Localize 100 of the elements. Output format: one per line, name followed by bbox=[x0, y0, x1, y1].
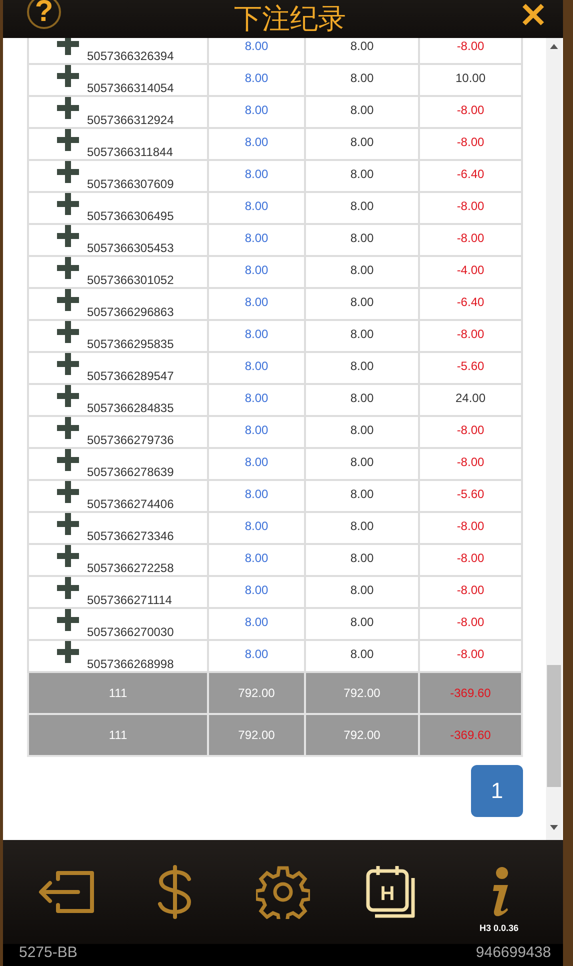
table-cell: 8.00 bbox=[305, 608, 419, 640]
bet-id: 5057366305453 bbox=[87, 241, 174, 255]
scrollbar[interactable] bbox=[546, 38, 562, 840]
total-cell: -369.60 bbox=[419, 672, 522, 714]
table-cell: -8.00 bbox=[419, 416, 522, 448]
bet-id: 5057366273346 bbox=[87, 529, 174, 543]
expand-button[interactable] bbox=[57, 385, 79, 407]
expand-button[interactable] bbox=[57, 225, 79, 247]
table-cell: -4.00 bbox=[419, 256, 522, 288]
expand-button[interactable] bbox=[57, 513, 79, 535]
table-cell: 8.00 bbox=[208, 64, 305, 96]
table-cell: 8.00 bbox=[305, 96, 419, 128]
total-cell: 792.00 bbox=[208, 672, 305, 714]
settings-icon[interactable] bbox=[256, 865, 310, 919]
table-cell: 8.00 bbox=[208, 128, 305, 160]
expand-button[interactable] bbox=[57, 257, 79, 279]
table-cell: 8.00 bbox=[305, 256, 419, 288]
table-cell: 8.00 bbox=[305, 480, 419, 512]
table-cell: 8.00 bbox=[305, 288, 419, 320]
bet-id: 5057366271114 bbox=[87, 593, 172, 607]
table-cell: 8.00 bbox=[208, 576, 305, 608]
window-title: 下注纪录 bbox=[234, 2, 346, 36]
bet-id: 5057366312924 bbox=[87, 113, 174, 127]
bet-id: 5057366326394 bbox=[87, 49, 174, 63]
table-cell: 8.00 bbox=[305, 416, 419, 448]
expand-button[interactable] bbox=[57, 545, 79, 567]
close-button[interactable]: ✕ bbox=[519, 0, 547, 36]
expand-button[interactable] bbox=[57, 129, 79, 151]
table-cell: 8.00 bbox=[208, 352, 305, 384]
table-cell: 8.00 bbox=[208, 256, 305, 288]
table-cell: 8.00 bbox=[208, 38, 305, 64]
expand-button[interactable] bbox=[57, 577, 79, 599]
expand-button[interactable] bbox=[57, 353, 79, 375]
bet-id: 5057366296863 bbox=[87, 305, 174, 319]
bet-id: 5057366284835 bbox=[87, 401, 174, 415]
help-button[interactable]: ? bbox=[27, 0, 61, 29]
table-cell: 8.00 bbox=[208, 320, 305, 352]
table-cell: -6.40 bbox=[419, 160, 522, 192]
table-cell: 8.00 bbox=[208, 544, 305, 576]
page-button[interactable]: 1 bbox=[471, 765, 523, 817]
table-cell: 8.00 bbox=[208, 160, 305, 192]
expand-button[interactable] bbox=[57, 321, 79, 343]
table-cell: 8.00 bbox=[305, 38, 419, 64]
total-cell: 111 bbox=[28, 714, 208, 756]
table-cell: 8.00 bbox=[305, 352, 419, 384]
table-cell: 8.00 bbox=[208, 224, 305, 256]
table-cell: 8.00 bbox=[208, 288, 305, 320]
expand-button[interactable] bbox=[57, 161, 79, 183]
table-cell: 8.00 bbox=[305, 64, 419, 96]
table-cell: 8.00 bbox=[208, 96, 305, 128]
table-cell: -5.60 bbox=[419, 480, 522, 512]
table-cell: 8.00 bbox=[305, 128, 419, 160]
expand-button[interactable] bbox=[57, 481, 79, 503]
total-cell: -369.60 bbox=[419, 714, 522, 756]
total-cell: 792.00 bbox=[208, 714, 305, 756]
bet-id: 5057366272258 bbox=[87, 561, 174, 575]
table-cell: 8.00 bbox=[305, 160, 419, 192]
expand-button[interactable] bbox=[57, 193, 79, 215]
bet-id: 5057366307609 bbox=[87, 177, 174, 191]
bet-id: 5057366301052 bbox=[87, 273, 174, 287]
table-cell: -8.00 bbox=[419, 224, 522, 256]
expand-button[interactable] bbox=[57, 65, 79, 87]
total-cell: 792.00 bbox=[305, 672, 419, 714]
bet-id: 5057366279736 bbox=[87, 433, 174, 447]
bet-id: 5057366274406 bbox=[87, 497, 174, 511]
expand-button[interactable] bbox=[57, 641, 79, 663]
table-cell: -8.00 bbox=[419, 512, 522, 544]
table-cell: 8.00 bbox=[305, 576, 419, 608]
bet-id: 5057366311844 bbox=[87, 145, 173, 159]
expand-button[interactable] bbox=[57, 38, 79, 55]
table-cell: 8.00 bbox=[305, 544, 419, 576]
expand-button[interactable] bbox=[57, 609, 79, 631]
bet-id: 5057366306495 bbox=[87, 209, 174, 223]
table-cell: -8.00 bbox=[419, 192, 522, 224]
table-cell: -8.00 bbox=[419, 448, 522, 480]
bet-id: 5057366270030 bbox=[87, 625, 174, 639]
expand-button[interactable] bbox=[57, 289, 79, 311]
expand-button[interactable] bbox=[57, 449, 79, 471]
expand-button[interactable] bbox=[57, 97, 79, 119]
table-cell: -8.00 bbox=[419, 128, 522, 160]
table-cell: 8.00 bbox=[305, 224, 419, 256]
table-cell: 8.00 bbox=[305, 320, 419, 352]
table-cell: -5.60 bbox=[419, 352, 522, 384]
table-cell: 24.00 bbox=[419, 384, 522, 416]
total-cell: 111 bbox=[28, 672, 208, 714]
footer-text: 5275-BB bbox=[19, 944, 78, 962]
table-cell: 8.00 bbox=[208, 448, 305, 480]
table-cell: 8.00 bbox=[208, 480, 305, 512]
table-cell: 8.00 bbox=[305, 448, 419, 480]
table-cell: -8.00 bbox=[419, 544, 522, 576]
table-cell: -8.00 bbox=[419, 38, 522, 64]
total-cell: 792.00 bbox=[305, 714, 419, 756]
table-cell: 8.00 bbox=[208, 384, 305, 416]
table-cell: 8.00 bbox=[305, 512, 419, 544]
expand-button[interactable] bbox=[57, 417, 79, 439]
table-cell: -8.00 bbox=[419, 576, 522, 608]
table-cell: 8.00 bbox=[208, 192, 305, 224]
table-cell: -8.00 bbox=[419, 96, 522, 128]
footer-text: 946699438 bbox=[476, 944, 551, 962]
bet-id: 5057366289547 bbox=[87, 369, 174, 383]
